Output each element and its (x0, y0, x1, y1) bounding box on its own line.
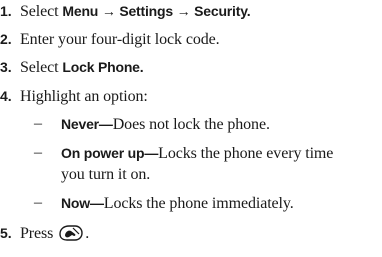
step-2: 2. Enter your four-digit lock code. (0, 28, 220, 50)
option-description: Locks the phone every time (158, 145, 334, 162)
dash-bullet: – (34, 144, 42, 161)
step-number: 4. (0, 88, 12, 104)
step-1: 1. Select Menu → Settings → Security. (0, 0, 251, 22)
option-description-continued: you turn it on. (61, 166, 151, 183)
instruction-list: 1. Select Menu → Settings → Security. 2. E… (0, 0, 382, 257)
end-power-key-icon (57, 225, 83, 241)
dash-bullet: – (34, 115, 42, 132)
menu-item-name: Lock Phone. (62, 59, 144, 75)
step-text: Select (20, 3, 63, 20)
dash-bullet: – (34, 194, 42, 211)
menu-path: Menu → Settings → Security. (62, 3, 251, 19)
option-line: Never—Does not lock the phone. (61, 113, 270, 136)
step-3: 3. Select Lock Phone. (0, 56, 144, 78)
option-description: Locks the phone immediately. (103, 195, 294, 212)
step-number: 3. (0, 59, 12, 75)
step-5: 5. Press . (0, 222, 89, 244)
option-description: Does not lock the phone. (112, 116, 270, 133)
option-line: Now—Locks the phone immediately. (61, 192, 294, 215)
step-4: 4. Highlight an option: (0, 85, 148, 107)
option-label: Never— (61, 116, 113, 132)
option-line-continued: you turn it on. (61, 164, 150, 186)
option-label: Now— (61, 195, 104, 211)
option-label: On power up— (61, 145, 159, 161)
step-text: Highlight an option: (20, 88, 148, 105)
step-text-end: . (85, 225, 90, 242)
option-line: On power up—Locks the phone every time (61, 142, 333, 165)
step-text: Select (20, 59, 63, 76)
step-number: 5. (0, 225, 12, 241)
step-text: Enter your four-digit lock code. (20, 31, 220, 48)
step-text: Press (20, 225, 54, 242)
step-number: 1. (0, 3, 12, 19)
step-number: 2. (0, 31, 12, 47)
